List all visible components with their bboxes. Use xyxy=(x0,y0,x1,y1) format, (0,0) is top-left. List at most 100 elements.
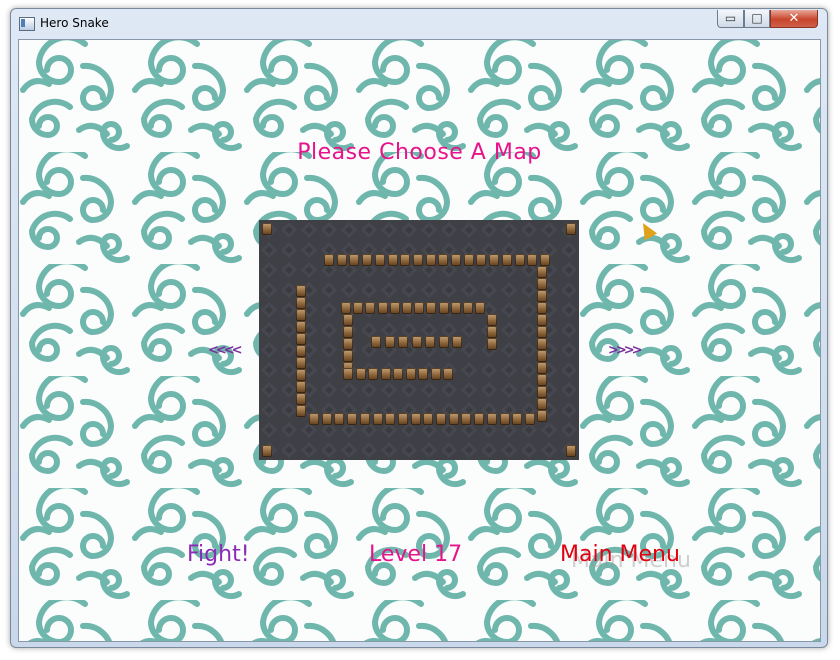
wall-block xyxy=(341,302,351,314)
wall-block xyxy=(387,254,398,266)
wall-block xyxy=(426,302,437,314)
wall-block xyxy=(539,254,550,266)
wall-block xyxy=(537,290,547,302)
wall-block xyxy=(385,413,396,425)
app-icon xyxy=(19,17,35,31)
wall-block xyxy=(343,338,353,350)
wall-block xyxy=(438,302,449,314)
wall-block xyxy=(486,413,497,425)
wall-block xyxy=(336,254,347,266)
wall-block xyxy=(438,254,449,266)
wall-block xyxy=(368,368,378,380)
maximize-icon: □ xyxy=(751,11,763,25)
wall-block xyxy=(566,223,576,235)
wall-block xyxy=(359,413,370,425)
wall-block xyxy=(398,336,408,348)
wall-block xyxy=(489,254,500,266)
wall-block xyxy=(487,326,497,338)
wall-block xyxy=(380,368,391,380)
wall-block xyxy=(343,350,353,362)
wall-block xyxy=(537,350,547,362)
wall-block xyxy=(487,314,497,326)
wall-block xyxy=(349,254,360,266)
wall-block xyxy=(425,254,436,266)
wall-block xyxy=(512,413,523,425)
previous-map-arrow[interactable]: <<<< xyxy=(208,343,243,358)
wall-block xyxy=(425,336,435,348)
wall-block xyxy=(487,338,497,350)
wall-block xyxy=(450,302,461,314)
wall-block xyxy=(451,254,461,266)
wall-block xyxy=(374,254,385,266)
wall-block xyxy=(262,223,272,235)
wall-block xyxy=(537,326,547,338)
title-bar[interactable]: Hero Snake ▭ □ ✕ xyxy=(11,9,827,39)
wall-block xyxy=(296,393,306,405)
wall-block xyxy=(365,302,376,314)
wall-block xyxy=(418,368,428,380)
wall-block xyxy=(296,405,306,417)
wall-block xyxy=(537,278,547,290)
wall-block xyxy=(475,302,486,314)
wall-block xyxy=(461,413,472,425)
map-preview xyxy=(259,220,579,460)
wall-block xyxy=(355,368,366,380)
page-heading: Please Choose A Map xyxy=(297,140,542,165)
wall-block xyxy=(262,445,272,457)
wall-block xyxy=(501,254,512,266)
maximize-button[interactable]: □ xyxy=(744,10,770,28)
close-icon: ✕ xyxy=(788,11,800,26)
wall-block xyxy=(389,302,400,314)
game-window: Hero Snake ▭ □ ✕ Please Choose A Map <<<… xyxy=(10,8,828,648)
wall-block xyxy=(537,266,547,278)
close-button[interactable]: ✕ xyxy=(770,10,818,28)
wall-block xyxy=(537,362,547,374)
wall-block xyxy=(296,285,306,297)
fight-button[interactable]: Fight! xyxy=(187,542,250,567)
wall-block xyxy=(537,338,547,350)
wall-block xyxy=(448,413,459,425)
wall-block xyxy=(527,254,538,266)
wall-block xyxy=(537,314,547,326)
wall-block xyxy=(463,302,473,314)
wall-block xyxy=(566,445,576,457)
wall-block xyxy=(343,314,353,326)
level-indicator: Level 17 xyxy=(369,542,463,567)
wall-block xyxy=(412,254,423,266)
wall-block xyxy=(405,368,416,380)
next-map-arrow[interactable]: >>>> xyxy=(608,343,643,358)
wall-block xyxy=(537,386,547,398)
wall-block xyxy=(296,309,306,321)
main-menu-button[interactable]: Main Menu xyxy=(560,542,680,567)
wall-block xyxy=(309,413,319,425)
wall-block xyxy=(347,413,358,425)
wall-block xyxy=(410,413,421,425)
wall-block xyxy=(537,302,547,314)
wall-block xyxy=(296,321,306,333)
wall-block xyxy=(537,398,547,410)
wall-block xyxy=(393,368,403,380)
wall-block xyxy=(430,368,441,380)
wall-block xyxy=(353,302,364,314)
wall-block xyxy=(324,254,334,266)
wall-block xyxy=(436,413,446,425)
minimize-button[interactable]: ▭ xyxy=(717,10,744,28)
wall-block xyxy=(343,368,353,380)
wall-block xyxy=(296,381,306,393)
wall-block xyxy=(411,336,422,348)
wall-block xyxy=(321,413,332,425)
wall-block xyxy=(296,357,306,369)
wall-block xyxy=(397,413,408,425)
wall-block xyxy=(296,345,306,357)
wall-block xyxy=(452,336,462,348)
wall-block xyxy=(362,254,373,266)
wall-block xyxy=(334,413,345,425)
wall-block xyxy=(343,326,353,338)
wall-block xyxy=(537,374,547,386)
wall-block xyxy=(296,297,306,309)
wall-block xyxy=(474,413,485,425)
wall-block xyxy=(377,302,388,314)
minimize-icon: ▭ xyxy=(724,11,737,25)
wall-block xyxy=(514,254,525,266)
game-canvas: Please Choose A Map <<<< >>>> Fight! Lev… xyxy=(18,39,821,642)
